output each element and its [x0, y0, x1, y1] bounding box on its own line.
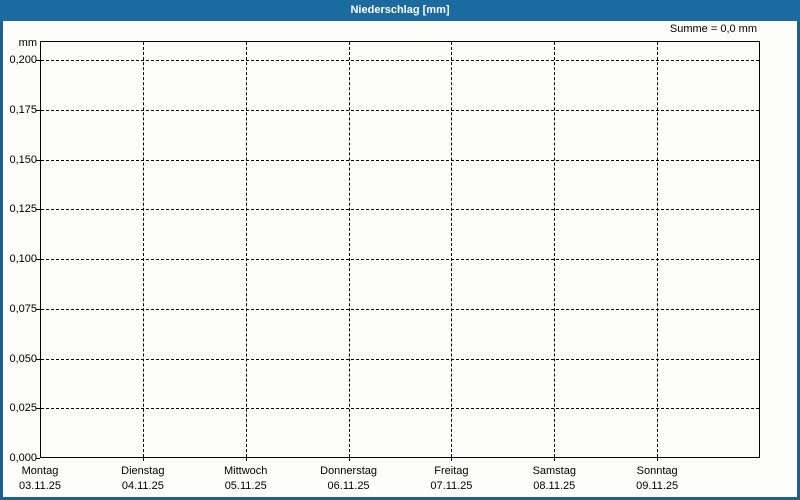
x-label-date: 04.11.25	[121, 480, 164, 492]
y-tick-label: 0,150	[9, 153, 37, 166]
x-gridline	[657, 42, 659, 457]
x-gridline	[142, 42, 144, 457]
chart-title: Niederschlag [mm]	[350, 4, 450, 16]
x-label-day: Freitag	[434, 465, 469, 477]
y-gridline	[41, 109, 759, 111]
y-gridline	[41, 308, 759, 310]
x-gridline	[451, 42, 453, 457]
x-label-day: Mittwoch	[224, 465, 268, 477]
y-tick-label: 0,175	[9, 103, 37, 116]
y-tick-label: 0,050	[9, 352, 37, 365]
y-tick-label: 0,000	[9, 452, 37, 464]
x-gridline	[348, 42, 350, 457]
x-label-date: 07.11.25	[430, 480, 473, 492]
x-label-day: Dienstag	[121, 465, 165, 477]
x-gridline	[245, 42, 247, 457]
x-label-day: Samstag	[532, 465, 576, 477]
y-tick-label: 0,075	[9, 302, 37, 315]
x-label-date: 09.11.25	[636, 480, 679, 492]
x-tick-mark	[348, 458, 350, 461]
x-label-day: Donnerstag	[320, 465, 377, 477]
sum-label: Summe = 0,0 mm	[669, 23, 757, 35]
y-gridline	[41, 60, 759, 61]
x-label-date: 06.11.25	[327, 480, 370, 492]
x-tick-mark	[245, 458, 247, 461]
y-tick-label: 0,025	[9, 402, 37, 415]
x-label-date: 03.11.25	[18, 480, 61, 492]
y-gridline	[41, 408, 759, 410]
y-tick-label: 0,125	[9, 203, 37, 216]
window-border-left	[0, 21, 3, 500]
x-label-date: 05.11.25	[224, 480, 267, 492]
y-axis-unit-label: mm	[18, 37, 37, 49]
x-label-day: Montag	[21, 465, 59, 477]
x-tick-mark	[142, 458, 144, 461]
chart-window: Niederschlag [mm] Summe = 0,0 mm mm 0,00…	[0, 0, 800, 500]
x-tick-mark	[451, 458, 453, 461]
plot-box	[40, 41, 760, 458]
y-gridline	[41, 159, 759, 161]
x-gridline	[554, 42, 556, 457]
x-tick-mark	[657, 458, 659, 461]
x-label-date: 08.11.25	[533, 480, 576, 492]
y-gridline	[41, 209, 759, 211]
y-gridline	[41, 259, 759, 260]
x-label-day: Sonntag	[636, 465, 678, 477]
y-tick-label: 0,200	[9, 54, 37, 66]
y-tick-label: 0,100	[9, 253, 37, 265]
chart-title-bar: Niederschlag [mm]	[0, 0, 800, 21]
y-gridline	[41, 358, 759, 360]
x-tick-mark	[554, 458, 556, 461]
